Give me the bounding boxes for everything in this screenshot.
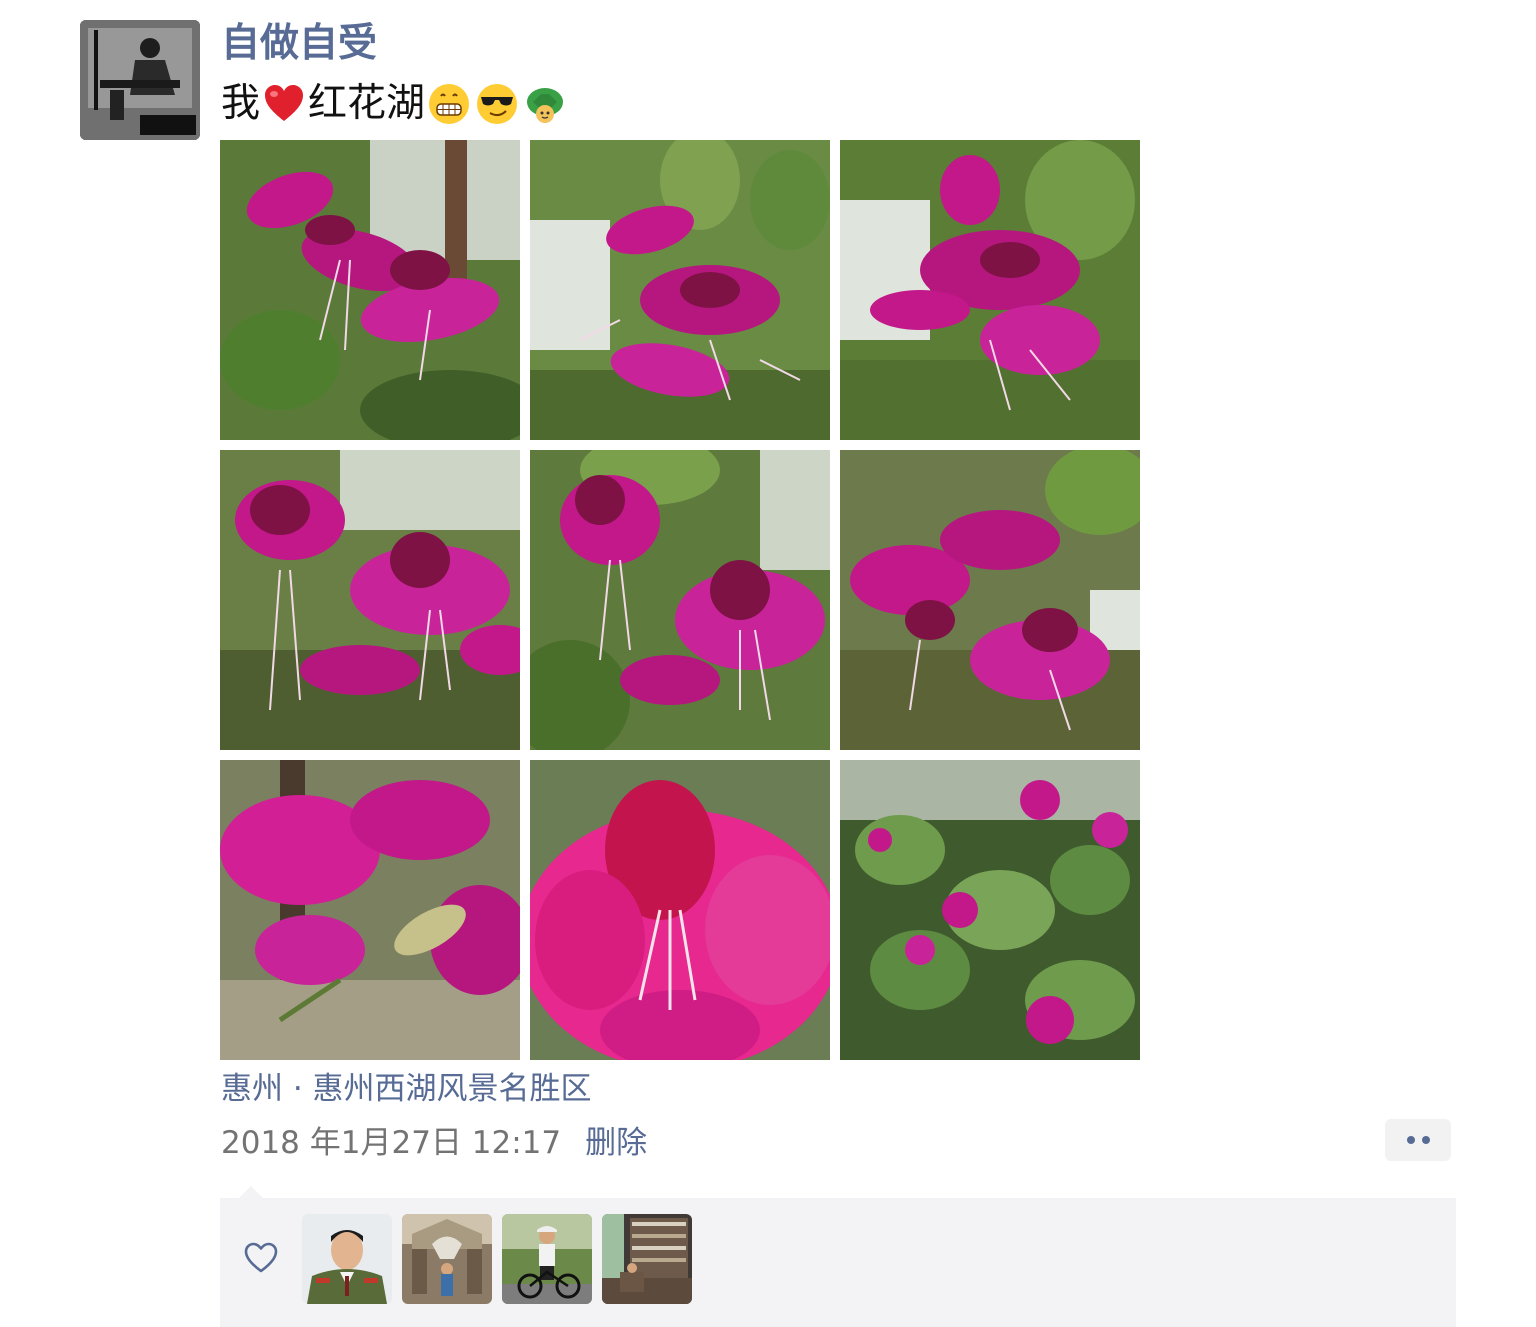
more-options-button[interactable] [1385,1119,1451,1161]
grinning-face-emoji [427,82,471,126]
photo-1[interactable] [220,140,520,440]
liker-avatar-3[interactable] [502,1214,592,1304]
photo-7[interactable] [220,760,520,1060]
location-link[interactable]: 惠州 · 惠州西湖风景名胜区 [221,1066,592,1112]
photo-2[interactable] [530,140,830,440]
poster-username[interactable]: 自做自受 [221,18,377,70]
liker-avatar-2[interactable] [402,1214,492,1304]
more-dot-icon [1406,1136,1415,1144]
sunglasses-face-emoji [475,82,519,126]
photo-8[interactable] [530,760,830,1060]
turtle-emoji [523,82,567,126]
photo-6[interactable] [840,450,1140,750]
photo-3[interactable] [840,140,1140,440]
post-text-suffix: 红花湖 [308,81,426,126]
post-text-prefix: 我 [221,81,261,126]
post-timestamp: 2018 年1月27日 12:17 [221,1124,562,1161]
delete-link[interactable]: 删除 [585,1117,647,1162]
heart-emoji [262,82,306,126]
liker-avatar-4[interactable] [602,1214,692,1304]
poster-avatar[interactable] [80,20,200,140]
post-text: 我 红花湖 [221,78,569,130]
heart-outline-icon [244,1241,278,1275]
photo-5[interactable] [530,450,830,750]
liker-avatar-1[interactable] [302,1214,392,1304]
post-meta-row: 2018 年1月27日 12:17 删除 [221,1116,647,1162]
photo-4[interactable] [220,450,520,750]
more-dot-icon [1421,1136,1430,1144]
photo-grid [220,140,1140,1060]
photo-9[interactable] [840,760,1140,1060]
